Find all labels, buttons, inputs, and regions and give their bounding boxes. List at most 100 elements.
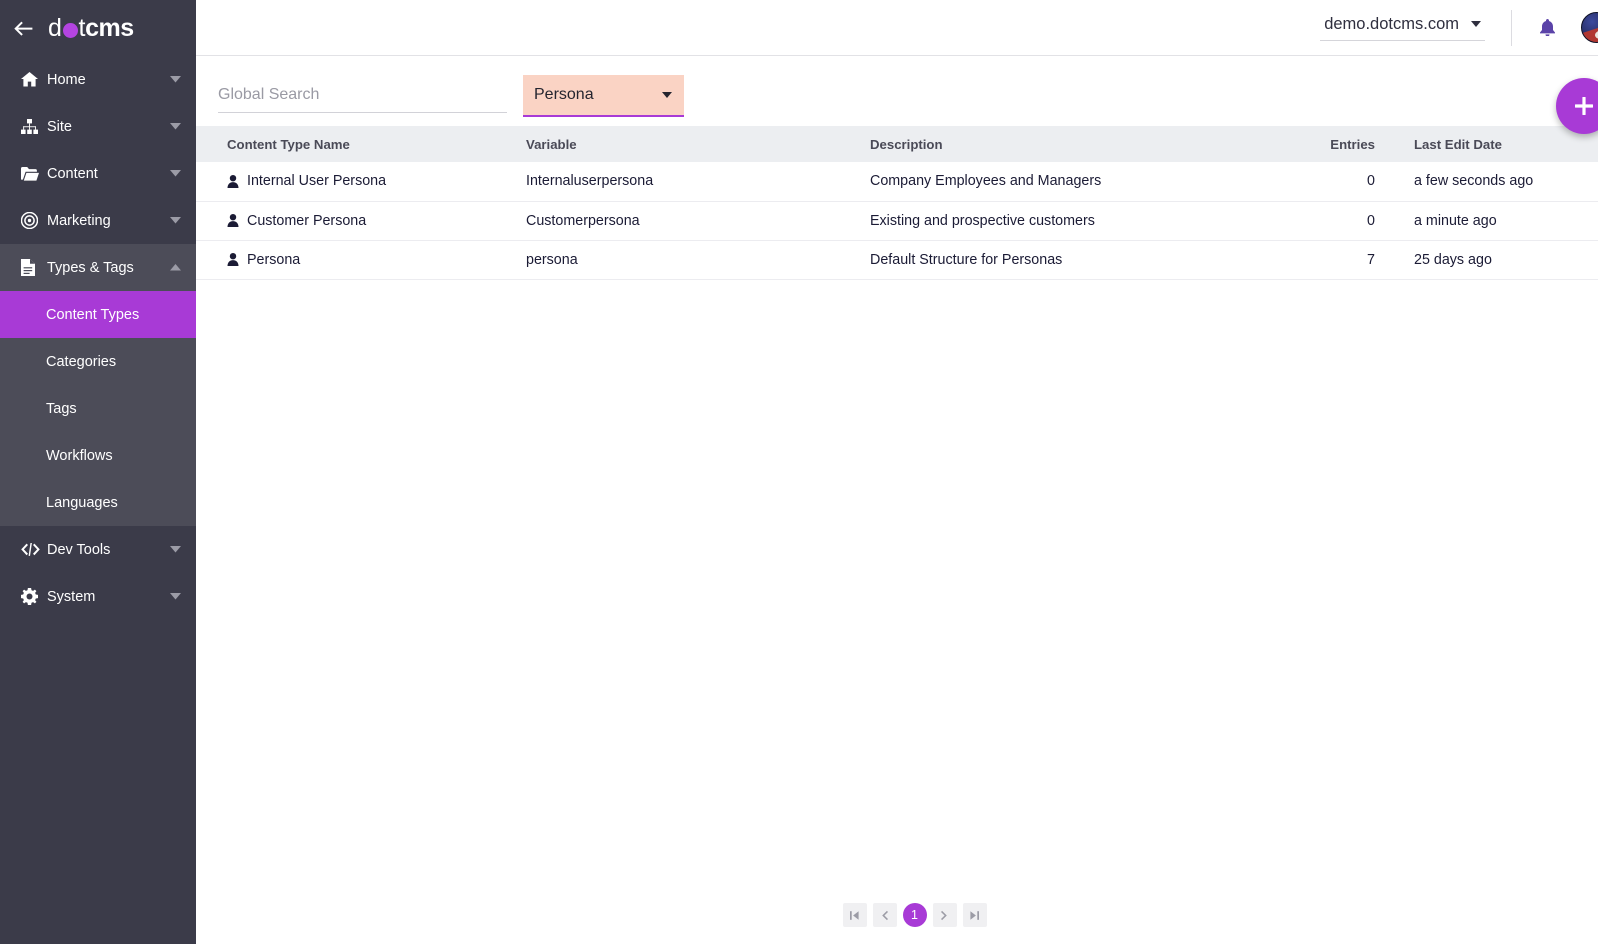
content-type-filter-dropdown[interactable]: Persona xyxy=(523,75,684,117)
search-input[interactable] xyxy=(218,86,507,113)
column-header-description[interactable]: Description xyxy=(870,126,1274,162)
chevron-down-icon[interactable] xyxy=(162,76,188,83)
cell-description: Existing and prospective customers xyxy=(870,201,1274,240)
sidebar-item-types-and-tags[interactable]: Types & Tags xyxy=(0,244,196,291)
content-type-filter-value: Persona xyxy=(534,86,594,104)
table-empty-space xyxy=(196,280,1598,887)
chevron-down-icon[interactable] xyxy=(162,123,188,130)
home-icon xyxy=(21,72,47,87)
cell-content-type-name: Internal User Persona xyxy=(196,162,526,201)
person-icon xyxy=(227,175,239,188)
pagination-next-button[interactable] xyxy=(933,903,957,927)
sidebar-item-tags[interactable]: Tags xyxy=(0,385,196,432)
cell-last-edit-date: a minute ago xyxy=(1384,201,1574,240)
cell-content-type-name: Persona xyxy=(196,240,526,279)
cell-variable: Customerpersona xyxy=(526,201,870,240)
sidebar-item-label: System xyxy=(47,589,162,605)
sidebar-subnav-types-and-tags: Content Types Categories Tags Workflows … xyxy=(0,291,196,526)
sidebar-item-label: Home xyxy=(47,72,162,88)
cell-entries: 0 xyxy=(1274,201,1384,240)
pagination-first-button[interactable] xyxy=(843,903,867,927)
sidebar-item-content-types[interactable]: Content Types xyxy=(0,291,196,338)
sidebar-subitem-label: Content Types xyxy=(46,307,139,323)
code-icon xyxy=(21,543,47,556)
pagination: 1 xyxy=(196,886,1598,944)
chevron-left-icon xyxy=(879,910,890,921)
cell-variable: Internaluserpersona xyxy=(526,162,870,201)
content-type-name-label: Internal User Persona xyxy=(247,173,386,189)
last-page-icon xyxy=(969,910,980,921)
content-type-name-label: Customer Persona xyxy=(247,213,366,229)
sidebar-subitem-label: Languages xyxy=(46,495,118,511)
sidebar-item-marketing[interactable]: Marketing xyxy=(0,197,196,244)
sidebar-item-label: Marketing xyxy=(47,213,162,229)
cell-last-edit-date: a few seconds ago xyxy=(1384,162,1574,201)
chevron-up-icon[interactable] xyxy=(162,264,188,271)
chevron-down-icon xyxy=(1471,21,1481,27)
sidebar-item-categories[interactable]: Categories xyxy=(0,338,196,385)
logo-cms: cms xyxy=(85,14,134,43)
cell-actions xyxy=(1574,162,1598,201)
bell-icon[interactable] xyxy=(1540,19,1555,36)
cell-actions xyxy=(1574,201,1598,240)
pagination-prev-button[interactable] xyxy=(873,903,897,927)
cell-variable: persona xyxy=(526,240,870,279)
sidebar-item-workflows[interactable]: Workflows xyxy=(0,432,196,479)
content-types-table: Content Type Name Variable Description E… xyxy=(196,126,1598,280)
content-type-name-label: Persona xyxy=(247,252,300,268)
person-icon xyxy=(227,253,239,266)
cell-last-edit-date: 25 days ago xyxy=(1384,240,1574,279)
sidebar-item-dev-tools[interactable]: Dev Tools xyxy=(0,526,196,573)
topbar-divider xyxy=(1511,10,1512,46)
table-header-row: Content Type Name Variable Description E… xyxy=(196,126,1598,162)
column-header-last-edit-date[interactable]: Last Edit Date xyxy=(1384,126,1574,162)
column-header-entries[interactable]: Entries xyxy=(1274,126,1384,162)
sidebar-item-label: Dev Tools xyxy=(47,542,162,558)
sidebar-item-label: Site xyxy=(47,119,162,135)
column-header-content-type-name[interactable]: Content Type Name xyxy=(196,126,526,162)
sidebar-item-content[interactable]: Content xyxy=(0,150,196,197)
sidebar-subitem-label: Tags xyxy=(46,401,77,417)
table-body: Internal User Persona Internaluserperson… xyxy=(196,162,1598,279)
sidebar-item-languages[interactable]: Languages xyxy=(0,479,196,526)
bullseye-icon xyxy=(21,212,47,229)
document-icon xyxy=(21,259,47,276)
table-row[interactable]: Persona persona Default Structure for Pe… xyxy=(196,240,1598,279)
pagination-last-button[interactable] xyxy=(963,903,987,927)
chevron-right-icon xyxy=(939,910,950,921)
top-bar: demo.dotcms.com xyxy=(196,0,1598,56)
pagination-page-1[interactable]: 1 xyxy=(903,903,927,927)
sidebar: d t cms Home xyxy=(0,0,196,944)
logo-d: d xyxy=(48,14,62,43)
chevron-down-icon[interactable] xyxy=(162,170,188,177)
add-content-type-button[interactable] xyxy=(1556,78,1598,134)
chevron-down-icon[interactable] xyxy=(162,546,188,553)
app-root: d t cms Home xyxy=(0,0,1598,944)
avatar[interactable] xyxy=(1581,12,1598,43)
column-header-variable[interactable]: Variable xyxy=(526,126,870,162)
cell-description: Default Structure for Personas xyxy=(870,240,1274,279)
cell-description: Company Employees and Managers xyxy=(870,162,1274,201)
cell-content-type-name: Customer Persona xyxy=(196,201,526,240)
chevron-down-icon[interactable] xyxy=(162,217,188,224)
sidebar-subitem-label: Categories xyxy=(46,354,116,370)
cell-actions xyxy=(1574,240,1598,279)
table-row[interactable]: Customer Persona Customerpersona Existin… xyxy=(196,201,1598,240)
chevron-down-icon[interactable] xyxy=(162,593,188,600)
arrow-left-icon[interactable] xyxy=(0,21,46,36)
main-area: demo.dotcms.com Persona xyxy=(196,0,1598,944)
sidebar-nav: Home xyxy=(0,56,196,620)
search-wrapper xyxy=(218,86,507,126)
sidebar-item-site[interactable]: Site xyxy=(0,103,196,150)
sidebar-item-home[interactable]: Home xyxy=(0,56,196,103)
sidebar-item-label: Types & Tags xyxy=(47,260,162,276)
gear-icon xyxy=(21,588,47,605)
sidebar-item-label: Content xyxy=(47,166,162,182)
sidebar-subitem-label: Workflows xyxy=(46,448,113,464)
cell-entries: 7 xyxy=(1274,240,1384,279)
table-row[interactable]: Internal User Persona Internaluserperson… xyxy=(196,162,1598,201)
toolbar: Persona xyxy=(196,56,1598,126)
sidebar-item-system[interactable]: System xyxy=(0,573,196,620)
site-selector[interactable]: demo.dotcms.com xyxy=(1320,15,1485,41)
folder-icon xyxy=(21,167,47,181)
